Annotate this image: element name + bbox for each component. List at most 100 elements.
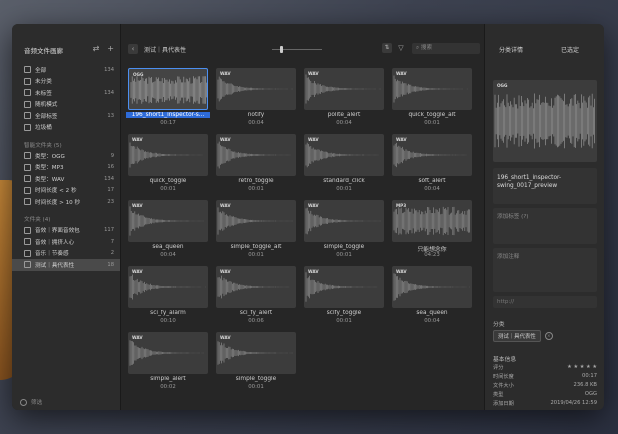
sidebar-item[interactable]: 类型：MP3 16 <box>12 162 120 174</box>
file-name[interactable]: sci_fy_alarm <box>126 310 210 316</box>
filter-funnel-icon[interactable]: ▽ <box>396 43 406 53</box>
file-thumbnail[interactable]: WAV <box>128 200 208 242</box>
file-duration: 00:01 <box>248 384 264 390</box>
sidebar-section-header[interactable]: 智能文件夹 (5) <box>12 139 120 150</box>
file-name[interactable]: notify <box>214 112 298 118</box>
file-thumbnail[interactable]: WAV <box>304 68 384 110</box>
file-name[interactable]: soft_alert <box>390 178 474 184</box>
info-row: 文件大小 236.8 KB <box>493 382 597 390</box>
sidebar-item-label: 类型：MP3 <box>35 165 64 172</box>
random-icon <box>24 100 31 108</box>
sidebar: 音频文件画廊 ⇄ + 全部 134 未分类 未标签 134 随机模式 全部标签 13 垃圾桶 智能… <box>12 24 121 410</box>
info-value[interactable]: ★ ★ ★ ★ ★ <box>567 364 597 370</box>
sidebar-filter[interactable]: 筛选 <box>20 398 42 406</box>
search-input[interactable]: ⌕ 搜索 <box>412 43 480 54</box>
sidebar-item-label: 未标签 <box>35 90 52 97</box>
sidebar-item[interactable]: 时间长度 < 2 秒 17 <box>12 185 120 197</box>
file-thumbnail[interactable]: MP3 <box>392 200 472 242</box>
file-name[interactable]: polite_alert <box>302 112 386 118</box>
file-name[interactable]: sea_queen <box>126 244 210 250</box>
sidebar-item[interactable]: 垃圾桶 <box>12 122 120 134</box>
inspector-panel: 分类详情 已选定 OGG 196_short1_inspector-swing_… <box>484 24 604 410</box>
sidebar-item-label: 时间长度 < 2 秒 <box>35 188 77 195</box>
file-thumbnail[interactable]: WAV <box>216 68 296 110</box>
file-name[interactable]: standard_click <box>302 178 386 184</box>
file-type-badge: WAV <box>220 137 231 142</box>
file-thumbnail[interactable]: WAV <box>304 266 384 308</box>
file-name[interactable]: simple_toggle <box>302 244 386 250</box>
info-label: 基本信息 <box>493 357 517 363</box>
file-thumbnail[interactable]: WAV <box>128 134 208 176</box>
sidebar-item[interactable]: 测试｜具代表性 18 <box>12 259 120 271</box>
file-name[interactable]: 196_short1_inspector-s... <box>126 112 210 118</box>
file-thumbnail[interactable]: WAV <box>392 134 472 176</box>
remove-category-icon[interactable]: × <box>544 332 553 340</box>
notes-field[interactable]: 添加注释 <box>493 248 597 292</box>
sidebar-item[interactable]: 未标签 134 <box>12 87 120 99</box>
sidebar-item[interactable]: 类型：WAV 134 <box>12 173 120 185</box>
sidebar-list: 全部 134 未分类 未标签 134 随机模式 全部标签 13 垃圾桶 智能文件夹 (5) 类型：O… <box>12 64 120 271</box>
sidebar-item[interactable]: 时间长度 > 10 秒 23 <box>12 196 120 208</box>
file-name[interactable]: simple_toggle <box>214 376 298 382</box>
file-thumbnail[interactable]: WAV <box>128 332 208 374</box>
sidebar-item-count: 2 <box>110 250 114 257</box>
library-title[interactable]: 音频文件画廊 <box>24 45 63 55</box>
file-name[interactable]: simple_alert <box>126 376 210 382</box>
sidebar-item[interactable]: 随机模式 <box>12 99 120 111</box>
sidebar-item[interactable]: 未分类 <box>12 76 120 88</box>
file-thumbnail[interactable]: WAV <box>216 134 296 176</box>
category-chip[interactable]: 测试｜具代表性 <box>493 330 541 342</box>
trash-icon <box>24 123 31 131</box>
sidebar-item[interactable]: 全部 134 <box>12 64 120 76</box>
file-name[interactable]: quick_toggle <box>126 178 210 184</box>
file-duration: 00:01 <box>424 120 440 126</box>
file-thumbnail[interactable]: WAV <box>216 332 296 374</box>
info-row: 评分 ★ ★ ★ ★ ★ <box>493 364 597 372</box>
file-name[interactable]: retro_toggle <box>214 178 298 184</box>
file-type-badge: WAV <box>220 203 231 208</box>
file-duration: 00:04 <box>160 252 176 258</box>
tags-field[interactable]: 添加标签 (?) <box>493 208 597 244</box>
file-duration: 00:01 <box>248 252 264 258</box>
sort-button[interactable]: ⇅ <box>382 43 392 53</box>
file-thumbnail[interactable]: OGG <box>128 68 208 110</box>
file-name-field[interactable]: 196_short1_inspector-swing_0017_preview <box>493 168 597 204</box>
file-name[interactable]: simple_toggle_alt <box>214 244 298 250</box>
sidebar-item-label: 类型：WAV <box>35 176 65 183</box>
info-value: 2019/04/26 12:59 <box>550 400 598 406</box>
smart-folder-icon <box>24 198 31 206</box>
file-thumbnail[interactable]: WAV <box>128 266 208 308</box>
sidebar-item-label: 未分类 <box>35 79 52 86</box>
sidebar-header: 音频文件画廊 ⇄ + <box>12 42 120 60</box>
tab-selected[interactable]: 已选定 <box>561 45 579 54</box>
file-thumbnail[interactable]: WAV <box>216 200 296 242</box>
file-thumbnail[interactable]: WAV <box>392 68 472 110</box>
back-button[interactable]: ‹ <box>128 44 138 54</box>
add-icon[interactable]: + <box>107 44 114 53</box>
preview-thumbnail[interactable]: OGG <box>493 80 597 162</box>
toolbar: ‹ 测试｜具代表性 ⇅ ▽ ⌕ 搜索 <box>120 42 484 58</box>
sidebar-item-label: 垃圾桶 <box>35 125 52 132</box>
folder-title: 测试｜具代表性 <box>144 47 187 54</box>
file-name[interactable]: scify_toggle <box>302 310 386 316</box>
tab-details[interactable]: 分类详情 <box>499 45 523 54</box>
file-thumbnail[interactable]: WAV <box>304 200 384 242</box>
file-name[interactable]: sea_queen <box>390 310 474 316</box>
file-thumbnail[interactable]: WAV <box>392 266 472 308</box>
file-thumbnail[interactable]: WAV <box>216 266 296 308</box>
slider-knob[interactable] <box>280 46 283 53</box>
sync-icon[interactable]: ⇄ <box>93 44 100 53</box>
file-type-badge: WAV <box>220 335 231 340</box>
file-name[interactable]: sci_fy_alert <box>214 310 298 316</box>
sidebar-item[interactable]: 音效｜拥挤人心 7 <box>12 236 120 248</box>
url-field[interactable]: http:// <box>493 296 597 308</box>
sidebar-item[interactable]: 音乐｜节奏感 2 <box>12 248 120 260</box>
file-thumbnail[interactable]: WAV <box>304 134 384 176</box>
sidebar-item-count: 134 <box>104 66 114 73</box>
sidebar-item[interactable]: 类型：OGG 9 <box>12 150 120 162</box>
sidebar-section-header[interactable]: 文件夹 (4) <box>12 214 120 225</box>
sidebar-item[interactable]: 音效｜界面音效包 117 <box>12 225 120 237</box>
thumbnail-size-slider[interactable] <box>272 46 322 53</box>
sidebar-item[interactable]: 全部标签 13 <box>12 110 120 122</box>
file-name[interactable]: quick_toggle_alt <box>390 112 474 118</box>
